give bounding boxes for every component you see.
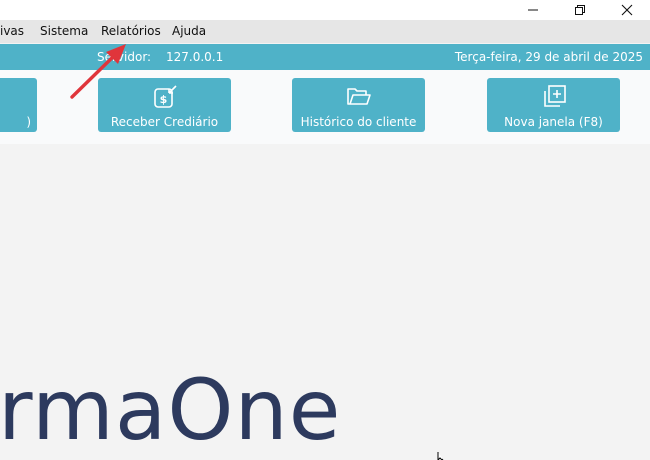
close-button[interactable]	[604, 0, 650, 20]
brand-logo-text: rmaOne	[0, 361, 342, 459]
new-window-button[interactable]: Nova janela (F8)	[487, 78, 620, 132]
minimize-icon	[528, 9, 538, 11]
receive-money-icon: $	[153, 85, 177, 108]
server-address: 127.0.0.1	[166, 50, 224, 64]
close-icon	[621, 4, 633, 16]
restore-button[interactable]	[557, 0, 603, 20]
menu-item-partial[interactable]: ivas	[0, 20, 24, 43]
customer-history-label: Histórico do cliente	[300, 115, 417, 129]
receive-credit-label: Receber Crediário	[110, 115, 219, 129]
current-date: Terça-feira, 29 de abril de 2025	[454, 50, 643, 64]
mouse-cursor-icon	[437, 452, 444, 460]
folder-open-icon	[346, 88, 371, 105]
customer-history-button[interactable]: Histórico do cliente	[292, 78, 425, 132]
toolbar-button-label: )	[26, 115, 31, 129]
new-window-icon	[543, 85, 566, 107]
annotation-arrow	[70, 44, 126, 99]
title-bar	[0, 0, 650, 20]
toolbar-button-partial[interactable]: )	[0, 78, 37, 132]
svg-text:$: $	[159, 93, 167, 106]
menu-item-ajuda[interactable]: Ajuda	[172, 20, 206, 43]
minimize-button[interactable]	[510, 0, 556, 20]
new-window-label: Nova janela (F8)	[504, 115, 603, 129]
restore-icon	[575, 5, 585, 15]
